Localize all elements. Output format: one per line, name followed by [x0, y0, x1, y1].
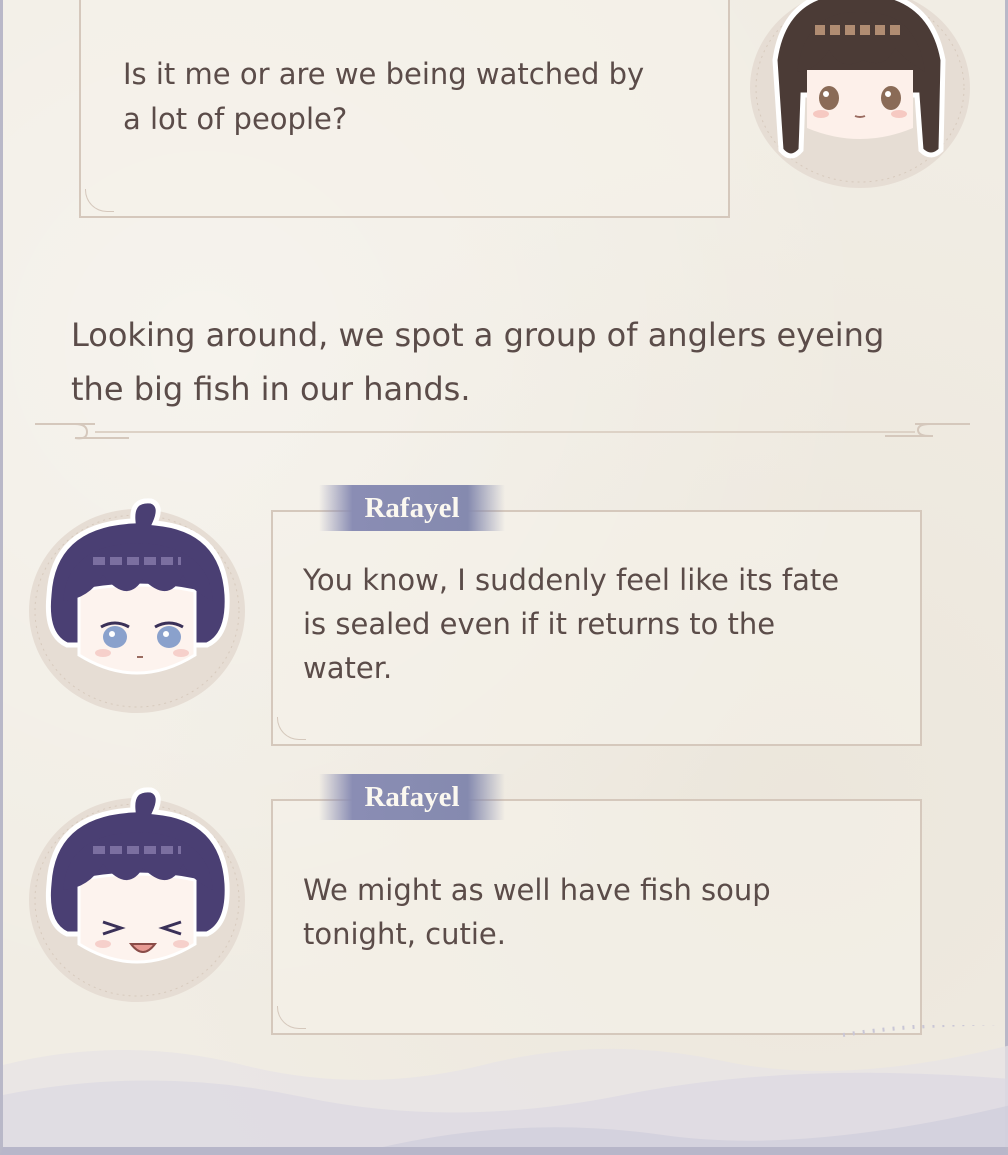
rafayel-message-1-line-1: You know, I suddenly feel like its fate	[303, 563, 840, 597]
player-message-line-2: a lot of people?	[123, 102, 348, 136]
rafayel-avatar-neutral	[23, 495, 251, 717]
player-message-line-1: Is it me or are we being watched by	[123, 57, 645, 91]
player-avatar	[745, 0, 975, 190]
speaker-name-tag-2: Rafayel	[319, 774, 505, 820]
narration-line-2: the big fish in our hands.	[71, 370, 471, 408]
rafayel-avatar-laughing	[23, 784, 251, 1006]
rafayel-message-1-line-2: is sealed even if it returns to the	[303, 607, 776, 641]
rafayel-message-1-line-3: water.	[303, 651, 393, 685]
chat-log-page: Is it me or are we being watched by a lo…	[0, 0, 1008, 1155]
rafayel-message-2-line-2: tonight, cutie.	[303, 917, 506, 951]
narration-line-1: Looking around, we spot a group of angle…	[71, 316, 885, 354]
section-divider	[35, 423, 970, 440]
narration-text: Looking around, we spot a group of angle…	[71, 308, 941, 416]
decorative-wave-border	[3, 1025, 1008, 1147]
rafayel-message-2-line-1: We might as well have fish soup	[303, 873, 771, 907]
speaker-name-tag-1: Rafayel	[319, 485, 505, 531]
